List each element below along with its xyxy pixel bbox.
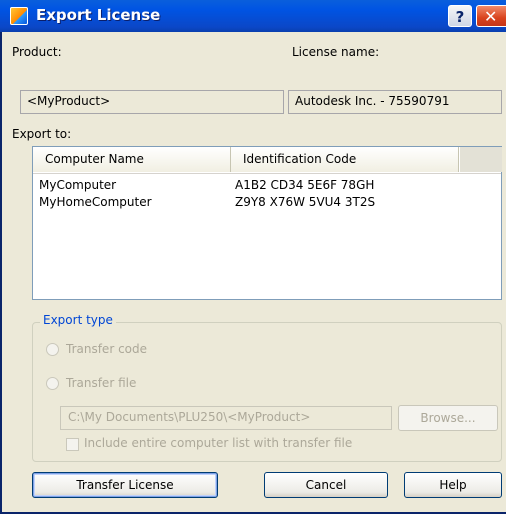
export-to-label: Export to:	[12, 127, 72, 141]
close-button[interactable]: ✕	[476, 5, 506, 27]
product-label: Product:	[12, 45, 62, 59]
license-name-field: Autodesk Inc. - 75590791	[288, 90, 502, 114]
column-header-computer-name[interactable]: Computer Name	[33, 147, 231, 172]
list-header: Computer Name Identification Code	[33, 147, 502, 174]
app-icon	[10, 7, 28, 25]
transfer-file-radio[interactable]	[46, 377, 59, 390]
window-title: Export License	[36, 6, 161, 24]
transfer-code-label: Transfer code	[66, 342, 148, 356]
identification-code-cell: A1B2 CD34 5E6F 78GH	[235, 178, 375, 192]
title-bar[interactable]: Export License ? ✕	[0, 0, 506, 32]
browse-button[interactable]: Browse...	[398, 405, 498, 431]
transfer-code-radio[interactable]	[46, 343, 59, 356]
include-computer-list-checkbox[interactable]	[66, 438, 79, 451]
export-license-dialog: Export License ? ✕ Product: License name…	[0, 0, 506, 514]
computer-name-cell: MyHomeComputer	[39, 195, 152, 209]
list-item[interactable]: MyComputer A1B2 CD34 5E6F 78GH	[33, 176, 501, 194]
help-button[interactable]: Help	[404, 472, 502, 498]
identification-code-cell: Z9Y8 X76W 5VU4 3T2S	[235, 195, 376, 209]
license-name-label: License name:	[292, 45, 380, 59]
product-field: <MyProduct>	[20, 90, 284, 114]
column-header-identification-code[interactable]: Identification Code	[231, 147, 459, 172]
transfer-file-path-input[interactable]: C:\My Documents\PLU250\<MyProduct>	[60, 406, 392, 430]
export-type-title: Export type	[40, 313, 116, 327]
computer-list[interactable]: Computer Name Identification Code MyComp…	[32, 146, 502, 300]
computer-name-cell: MyComputer	[39, 178, 117, 192]
cancel-button[interactable]: Cancel	[264, 472, 388, 498]
include-computer-list-label: Include entire computer list with transf…	[84, 436, 353, 450]
transfer-file-label: Transfer file	[66, 376, 137, 390]
transfer-license-button[interactable]: Transfer License	[32, 472, 218, 498]
list-item[interactable]: MyHomeComputer Z9Y8 X76W 5VU4 3T2S	[33, 193, 501, 211]
help-title-button[interactable]: ?	[448, 5, 472, 27]
column-header-filler	[459, 147, 502, 172]
